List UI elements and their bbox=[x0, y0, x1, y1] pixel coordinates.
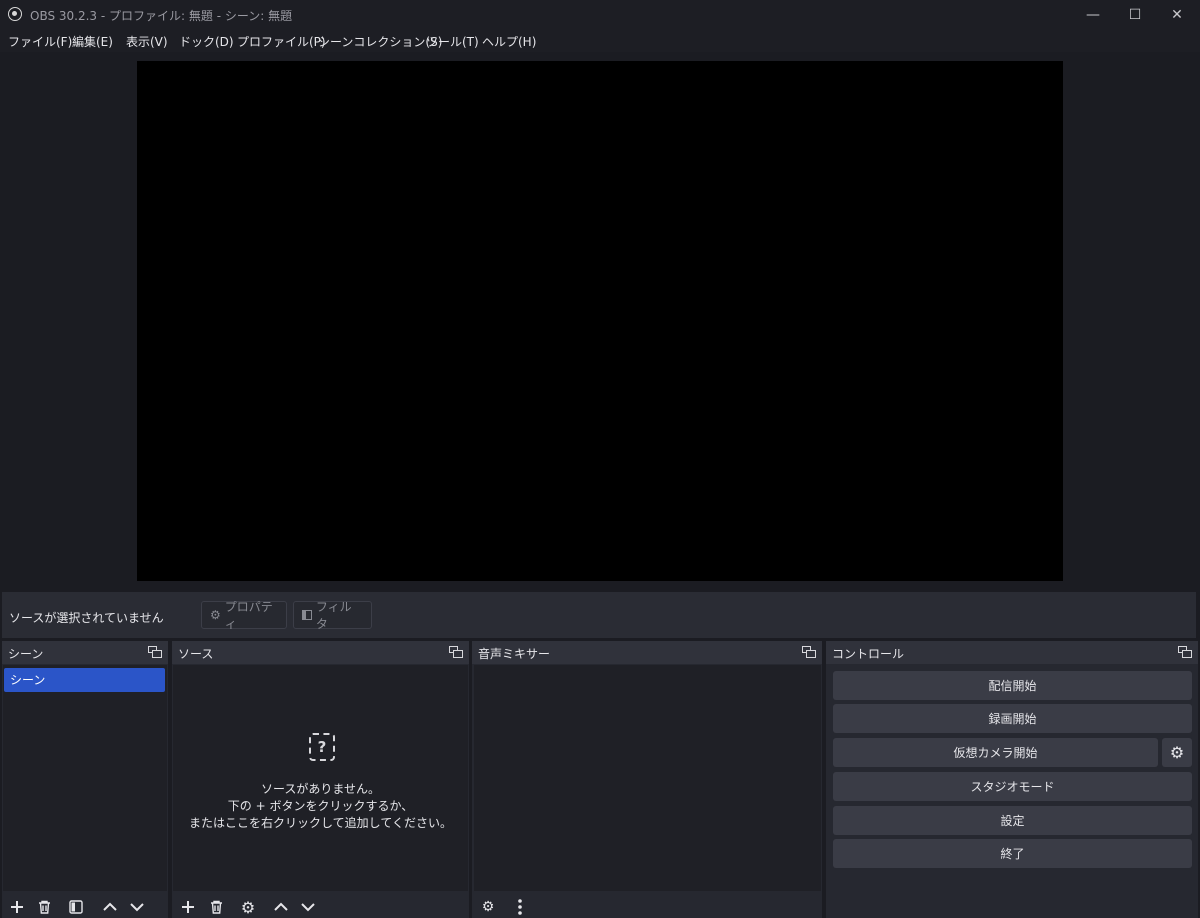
start-streaming-button[interactable]: 配信開始 bbox=[833, 671, 1192, 700]
scenes-dock-header: シーン bbox=[2, 641, 168, 664]
undock-icon[interactable] bbox=[1178, 646, 1192, 658]
start-virtual-camera-button[interactable]: 仮想カメラ開始 bbox=[833, 738, 1158, 767]
controls-dock-header: コントロール bbox=[826, 641, 1198, 664]
gear-icon: ⚙ bbox=[210, 608, 221, 622]
undock-icon[interactable] bbox=[449, 646, 463, 658]
properties-button[interactable]: ⚙ プロパティ bbox=[201, 600, 287, 631]
source-properties-gear-icon[interactable]: ⚙ bbox=[237, 896, 259, 918]
menu-dock[interactable]: ドック(D) bbox=[179, 33, 234, 50]
question-mark-icon: ? bbox=[309, 733, 335, 761]
minimize-button[interactable]: — bbox=[1072, 0, 1114, 30]
sources-title: ソース bbox=[178, 647, 214, 661]
add-source-icon[interactable] bbox=[177, 896, 199, 918]
properties-label: プロパティ bbox=[224, 600, 273, 631]
start-recording-button[interactable]: 録画開始 bbox=[833, 704, 1192, 733]
context-bar bbox=[2, 592, 1196, 638]
audio-mixer-title: 音声ミキサー bbox=[478, 647, 551, 661]
move-source-down-icon[interactable] bbox=[297, 896, 319, 918]
add-scene-icon[interactable] bbox=[6, 896, 28, 918]
title-bar: OBS 30.2.3 - プロファイル: 無題 - シーン: 無題 — ☐ ✕ bbox=[0, 0, 1200, 30]
mixer-menu-icon[interactable] bbox=[509, 896, 531, 918]
preview-canvas[interactable] bbox=[137, 61, 1063, 581]
undock-icon[interactable] bbox=[148, 646, 162, 658]
sources-empty-line-3: またはここを右クリックして追加してください。 bbox=[189, 816, 452, 830]
studio-mode-button[interactable]: スタジオモード bbox=[833, 772, 1192, 801]
menu-view[interactable]: 表示(V) bbox=[126, 33, 168, 50]
menu-profile[interactable]: プロファイル(P) bbox=[237, 33, 326, 50]
filters-button[interactable]: フィルタ bbox=[293, 600, 372, 631]
exit-button[interactable]: 終了 bbox=[833, 839, 1192, 868]
move-scene-up-icon[interactable] bbox=[99, 896, 121, 918]
menu-help[interactable]: ヘルプ(H) bbox=[482, 33, 536, 50]
menu-bar: ファイル(F) 編集(E) 表示(V) ドック(D) プロファイル(P) シーン… bbox=[0, 30, 1200, 52]
scene-list-item[interactable]: シーン bbox=[4, 668, 165, 692]
menu-file[interactable]: ファイル(F) bbox=[8, 33, 72, 50]
audio-mixer-area bbox=[474, 665, 821, 891]
undock-icon[interactable] bbox=[802, 646, 816, 658]
window-title: OBS 30.2.3 - プロファイル: 無題 - シーン: 無題 bbox=[30, 9, 293, 23]
filter-icon bbox=[302, 610, 312, 620]
no-source-label: ソースが選択されていません bbox=[9, 611, 164, 625]
settings-button[interactable]: 設定 bbox=[833, 806, 1192, 835]
sources-empty-line-2: 下の + ボタンをクリックするか、 bbox=[227, 799, 414, 813]
obs-logo-icon bbox=[8, 7, 22, 21]
move-scene-down-icon[interactable] bbox=[126, 896, 148, 918]
remove-source-icon[interactable] bbox=[205, 896, 227, 918]
scenes-list bbox=[3, 665, 167, 891]
advanced-audio-gears-icon[interactable]: ⚙ bbox=[477, 896, 499, 918]
menu-tools[interactable]: ツール(T) bbox=[426, 33, 479, 50]
audio-mixer-dock-header: 音声ミキサー bbox=[472, 641, 822, 664]
move-source-up-icon[interactable] bbox=[270, 896, 292, 918]
remove-scene-icon[interactable] bbox=[33, 896, 55, 918]
close-button[interactable]: ✕ bbox=[1156, 0, 1198, 30]
scenes-title: シーン bbox=[8, 647, 44, 661]
sources-dock-header: ソース bbox=[172, 641, 469, 664]
filters-label: フィルタ bbox=[315, 600, 352, 631]
menu-scene-collection[interactable]: シーンコレクション(S) bbox=[318, 33, 442, 50]
maximize-button[interactable]: ☐ bbox=[1114, 0, 1156, 30]
sources-list[interactable] bbox=[173, 665, 468, 891]
controls-title: コントロール bbox=[832, 647, 905, 661]
virtual-camera-settings-gear-icon[interactable]: ⚙ bbox=[1162, 738, 1192, 767]
sources-empty-line-1: ソースがありません。 bbox=[260, 782, 381, 796]
scene-filters-icon[interactable] bbox=[65, 896, 87, 918]
menu-edit[interactable]: 編集(E) bbox=[72, 33, 113, 50]
